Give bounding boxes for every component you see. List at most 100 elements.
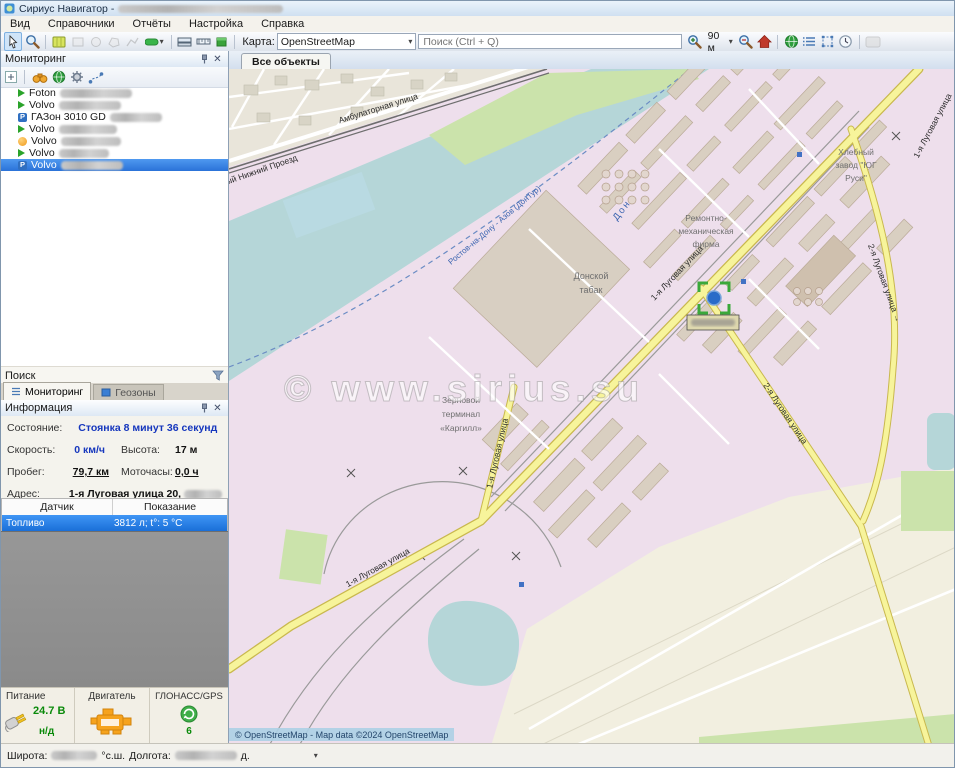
vehicle-row[interactable]: Foton — [1, 87, 228, 99]
map-notes-icon[interactable] — [51, 33, 67, 50]
pointer-tool-icon[interactable] — [4, 32, 22, 51]
panel-tabs: Мониторинг Геозоны — [1, 383, 228, 401]
engine-icon — [89, 706, 137, 738]
sensor-col-value[interactable]: Показание — [113, 499, 227, 516]
expand-all-icon[interactable] — [5, 71, 17, 83]
sensor-value: 3812 л; t°: 5 °C — [114, 518, 182, 529]
monitoring-panel-header: Мониторинг ✕ — [1, 51, 228, 68]
redacted-plate — [110, 113, 162, 122]
redacted-plate — [59, 101, 121, 110]
ruler-icon[interactable] — [177, 33, 193, 50]
zoom-out-icon[interactable] — [738, 33, 754, 50]
map-provider-select[interactable]: OpenStreetMap ▾ — [277, 33, 417, 50]
redacted-title — [118, 5, 283, 13]
lon-label: Долгота: — [129, 750, 171, 762]
speed-value: 0 км/ч — [74, 444, 105, 456]
toolbar-separator — [171, 35, 172, 49]
engine-label: Двигатель — [75, 691, 149, 702]
sensor-col-name[interactable]: Датчик — [2, 499, 113, 516]
menu-directories[interactable]: Справочники — [39, 18, 124, 30]
menu-bar: Вид Справочники Отчёты Настройка Справка — [1, 16, 954, 33]
toolbar-separator — [859, 35, 860, 49]
vehicle-row[interactable]: Volvo — [1, 135, 228, 147]
indicator-panel: Питание 24.7 В н/д Двигатель — [1, 687, 228, 744]
list-icon — [11, 387, 21, 396]
tab-monitoring[interactable]: Мониторинг — [3, 382, 91, 400]
track-color-dropdown[interactable]: ▾ — [142, 33, 165, 50]
vehicle-row[interactable]: Volvo — [1, 123, 228, 135]
lon-units: д. — [241, 750, 250, 762]
poi-label: табак — [580, 285, 603, 295]
gps-globe-icon — [180, 705, 198, 723]
chevron-down-icon: ▾ — [729, 37, 733, 46]
geozone-circle-icon[interactable] — [88, 33, 104, 50]
vehicle-name: Volvo — [31, 159, 57, 171]
status-parked-icon: P — [18, 161, 27, 170]
app-icon — [4, 3, 15, 14]
app-window: Сириус Навигатор - Вид Справочники Отчёт… — [0, 0, 955, 768]
close-icon[interactable]: ✕ — [211, 54, 224, 65]
info-panel-header: Информация ✕ — [1, 400, 228, 417]
hours-label: Моточасы: — [121, 466, 173, 478]
close-icon[interactable]: ✕ — [211, 403, 224, 414]
map-area: Все объекты — [229, 51, 954, 744]
empty-gray-area — [1, 531, 228, 688]
menu-settings[interactable]: Настройка — [180, 18, 252, 30]
binoculars-icon[interactable] — [32, 71, 48, 84]
toolbar-separator — [234, 35, 235, 49]
menu-view[interactable]: Вид — [1, 18, 39, 30]
status-bar: Широта: °с.ш. Долгота: д. ▾ — [1, 743, 954, 767]
vehicle-name: Foton — [29, 87, 56, 99]
globe-icon[interactable] — [52, 70, 66, 84]
speed-label: Скорость: — [7, 444, 55, 456]
sensor-row[interactable]: Топливо 3812 л; t°: 5 °C — [2, 515, 227, 531]
geozone-polygon-icon[interactable] — [106, 33, 122, 50]
map-tab-all-objects[interactable]: Все объекты — [241, 53, 331, 70]
home-icon[interactable] — [756, 33, 772, 50]
map-attribution: © OpenStreetMap - Map data ©2024 OpenStr… — [229, 728, 454, 741]
pin-icon[interactable] — [198, 403, 211, 413]
vehicle-row[interactable]: Volvo — [1, 99, 228, 111]
vehicle-name: ГАЗон 3010 GD — [31, 111, 106, 123]
objects-list-icon[interactable] — [801, 33, 817, 50]
alt-label: Высота: — [121, 444, 160, 456]
redacted-lon — [175, 751, 237, 760]
chevron-down-icon[interactable]: ▾ — [314, 751, 318, 760]
gps-value: 6 — [150, 726, 228, 737]
vehicle-name: Volvo — [31, 135, 57, 147]
filter-funnel-icon[interactable] — [212, 370, 224, 381]
vehicle-row[interactable]: PГАЗон 3010 GD — [1, 111, 228, 123]
poi-label: механическая — [678, 226, 734, 236]
vehicle-tree: Foton Volvo PГАЗон 3010 GD Volvo Volvo V… — [1, 87, 228, 171]
track-route-icon[interactable] — [88, 71, 104, 84]
tab-geozones[interactable]: Геозоны — [93, 384, 163, 400]
lat-label: Широта: — [7, 750, 47, 762]
power-value: 24.7 В — [33, 705, 65, 717]
search-input[interactable] — [418, 34, 682, 49]
gear-icon[interactable] — [70, 70, 84, 84]
zoom-in-icon[interactable] — [686, 33, 702, 50]
history-clock-icon[interactable] — [838, 33, 854, 50]
hours-value[interactable]: 0,0 ч — [175, 466, 199, 478]
map-canvas[interactable]: Амбулаторная улица жный Нижний Проезд 1-… — [229, 69, 954, 744]
menu-help[interactable]: Справка — [252, 18, 313, 30]
mileage-value[interactable]: 79,7 км — [73, 466, 109, 478]
globe-icon[interactable] — [783, 33, 799, 50]
geozone-line-icon[interactable] — [124, 33, 140, 50]
vehicle-row-selected[interactable]: P Volvo — [1, 159, 228, 171]
vehicle-row[interactable]: Volvo — [1, 147, 228, 159]
sensor-name: Топливо — [2, 518, 114, 529]
redacted-plate — [61, 161, 123, 170]
selection-marquee-icon[interactable] — [820, 33, 836, 50]
poi-label: Руси" — [845, 173, 867, 183]
toolbar-separator — [777, 35, 778, 49]
distance-icon[interactable] — [195, 33, 211, 50]
map-select-label: Карта: — [242, 36, 275, 48]
cargo-icon[interactable] — [213, 33, 229, 50]
zoom-scale-value: 90 м — [708, 30, 727, 54]
pin-icon[interactable] — [198, 54, 211, 64]
zoom-scale-select[interactable]: 90 м ▾ — [705, 34, 736, 49]
zoom-tool-icon[interactable] — [24, 33, 40, 50]
menu-reports[interactable]: Отчёты — [124, 18, 180, 30]
geozone-rect-icon[interactable] — [70, 33, 86, 50]
